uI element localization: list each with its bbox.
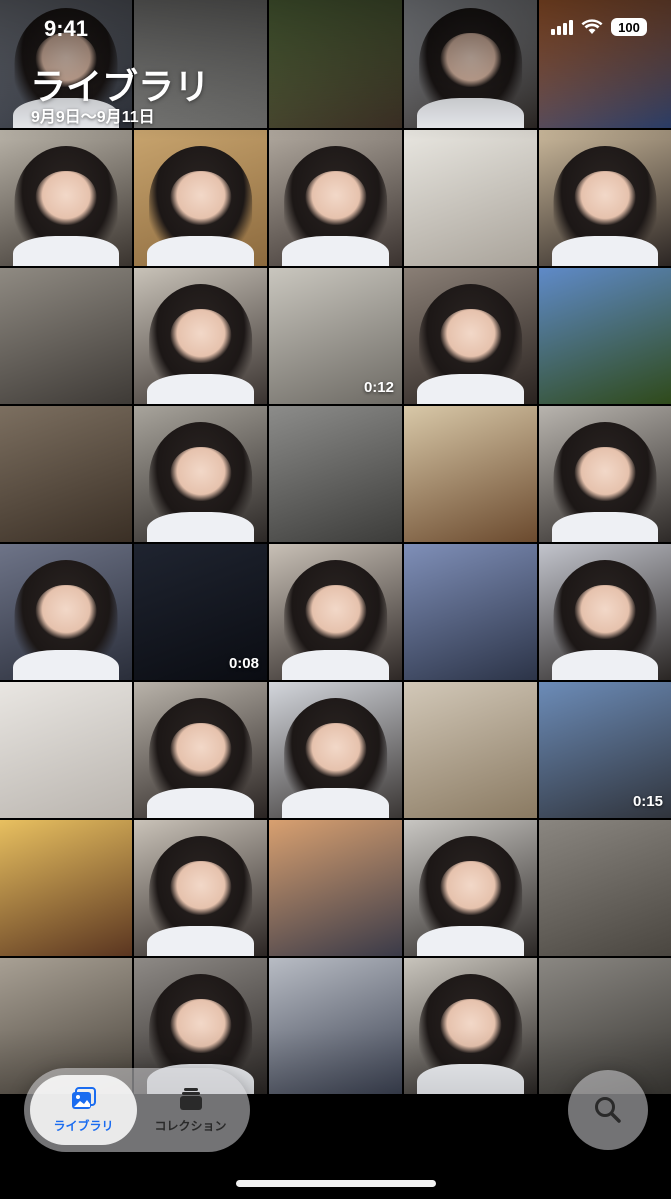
photo-subject-shirt: [552, 512, 658, 542]
photo-thumbnail[interactable]: [404, 820, 537, 956]
photo-thumbnail[interactable]: [404, 406, 537, 542]
photo-subject-face: [304, 584, 367, 640]
photo-subject-face: [304, 170, 367, 226]
photo-subject-face: [169, 446, 232, 502]
tab-collections[interactable]: コレクション: [137, 1075, 244, 1145]
photo-thumbnail[interactable]: [134, 820, 267, 956]
photo-thumbnail[interactable]: [0, 544, 132, 680]
photo-thumbnail[interactable]: 0:08: [134, 544, 267, 680]
photo-subject-face: [574, 584, 636, 640]
photo-thumbnail[interactable]: [269, 544, 402, 680]
status-time: 9:41: [44, 16, 89, 41]
photo-subject-face: [35, 170, 97, 226]
photo-thumbnail[interactable]: [269, 682, 402, 818]
search-icon: [595, 1097, 621, 1123]
photo-subject-face: [574, 170, 636, 226]
photo-thumbnail[interactable]: [134, 406, 267, 542]
photo-thumbnail[interactable]: [0, 130, 132, 266]
photo-subject-shirt: [282, 236, 389, 266]
photo-subject-face: [169, 170, 232, 226]
photo-thumbnail[interactable]: [269, 958, 402, 1094]
photo-subject-face: [439, 860, 502, 916]
photo-thumbnail[interactable]: [539, 406, 671, 542]
photo-subject-shirt: [147, 512, 254, 542]
photo-subject-face: [574, 446, 636, 502]
photo-subject-shirt: [417, 1064, 524, 1094]
tab-library-label: ライブラリ: [53, 1118, 114, 1133]
photo-library-icon: [71, 1086, 96, 1109]
photo-subject-shirt: [13, 236, 119, 266]
video-duration: 0:08: [228, 655, 259, 672]
photo-thumbnail[interactable]: [539, 268, 671, 404]
photo-subject-shirt: [147, 926, 254, 956]
photo-subject-shirt: [147, 236, 254, 266]
tab-library[interactable]: ライブラリ: [30, 1075, 137, 1145]
photo-thumbnail[interactable]: 0:15: [539, 682, 671, 818]
photo-thumbnail[interactable]: [269, 0, 402, 128]
battery-indicator: 100: [611, 18, 647, 36]
photo-thumbnail[interactable]: [269, 406, 402, 542]
photo-subject-shirt: [282, 650, 389, 680]
photo-grid: 0:12 0:08 0:15: [0, 0, 671, 1191]
photo-thumbnail[interactable]: [0, 682, 132, 818]
photo-thumbnail[interactable]: [539, 820, 671, 956]
photo-subject-face: [304, 722, 367, 778]
home-indicator: [236, 1180, 436, 1187]
photo-thumbnail[interactable]: [134, 682, 267, 818]
video-duration: 0:15: [632, 793, 663, 810]
photo-thumbnail[interactable]: [539, 544, 671, 680]
photo-thumbnail[interactable]: [404, 682, 537, 818]
photo-subject-shirt: [417, 98, 524, 128]
photo-thumbnail[interactable]: [134, 268, 267, 404]
photo-thumbnail[interactable]: [0, 406, 132, 542]
photo-thumbnail[interactable]: [0, 820, 132, 956]
date-range: 9月9日〜9月11日: [31, 109, 155, 126]
tab-bar: ライブラリ コレクション: [24, 1068, 250, 1152]
photo-thumbnail[interactable]: [269, 130, 402, 266]
photo-subject-shirt: [552, 650, 658, 680]
tab-collections-label: コレクション: [154, 1118, 227, 1133]
photo-thumbnail[interactable]: [404, 0, 537, 128]
photo-subject-shirt: [147, 374, 254, 404]
photo-subject-shirt: [282, 788, 389, 818]
photo-subject-shirt: [417, 374, 524, 404]
photo-subject-face: [169, 722, 232, 778]
photo-thumbnail[interactable]: [404, 268, 537, 404]
photo-subject-shirt: [552, 236, 658, 266]
photo-thumbnail[interactable]: 0:12: [269, 268, 402, 404]
photo-subject-face: [169, 998, 232, 1054]
photo-thumbnail[interactable]: [0, 268, 132, 404]
video-duration: 0:12: [363, 379, 394, 396]
photo-thumbnail[interactable]: [404, 958, 537, 1094]
photo-subject-shirt: [147, 788, 254, 818]
photo-subject-face: [439, 998, 502, 1054]
collections-icon: [179, 1087, 202, 1110]
photo-subject-shirt: [13, 650, 119, 680]
photo-thumbnail[interactable]: [404, 130, 537, 266]
cellular-signal-icon: [551, 19, 573, 35]
photo-thumbnail[interactable]: [134, 130, 267, 266]
photo-subject-face: [169, 308, 232, 364]
photo-subject-shirt: [417, 926, 524, 956]
photo-thumbnail[interactable]: [404, 544, 537, 680]
photo-subject-face: [439, 308, 502, 364]
wifi-icon: [581, 19, 603, 34]
search-button[interactable]: [568, 1070, 648, 1150]
photo-thumbnail[interactable]: [269, 820, 402, 956]
status-icons: 100: [551, 18, 647, 36]
photo-subject-face: [35, 584, 97, 640]
photo-thumbnail[interactable]: [539, 130, 671, 266]
photo-subject-face: [169, 860, 232, 916]
photo-subject-face: [439, 32, 502, 88]
